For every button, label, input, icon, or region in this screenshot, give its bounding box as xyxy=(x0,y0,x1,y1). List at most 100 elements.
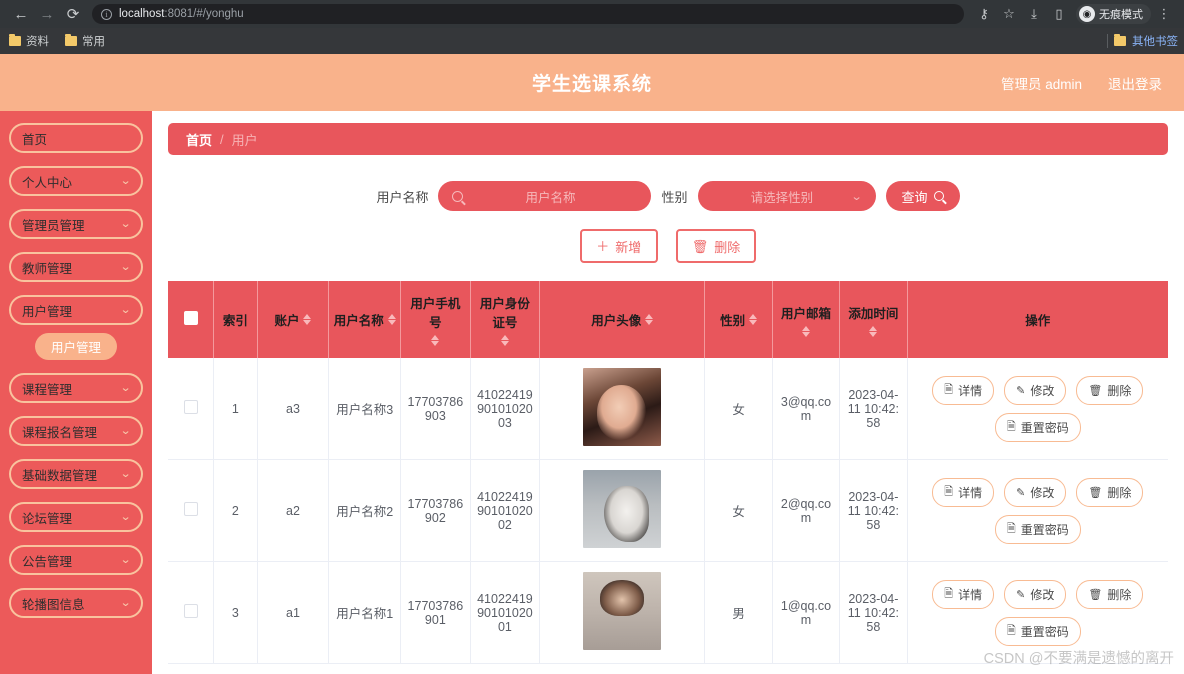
forward-icon[interactable]: → xyxy=(34,1,60,27)
other-bookmarks[interactable]: 其他书签 xyxy=(1107,33,1178,49)
sort-icon[interactable] xyxy=(869,325,878,337)
th-gender[interactable]: 性别 xyxy=(704,281,773,358)
bookmark-item[interactable]: 资料 xyxy=(9,33,49,49)
cell-checkbox[interactable] xyxy=(168,358,215,460)
sidebar: 首页 个人中心 ⌄ 管理员管理 ⌄ 教师管理 ⌄ 用户管理 ⌄ 用户管理 课程管… xyxy=(0,111,152,674)
th-created[interactable]: 添加时间 xyxy=(839,281,908,358)
document-icon: 🗎 xyxy=(1006,522,1016,535)
sidebar-subitem-user-management[interactable]: 用户管理 xyxy=(9,333,143,360)
detail-button[interactable]: 🗎 详情 xyxy=(932,477,995,507)
bookmark-label: 资料 xyxy=(26,36,49,48)
th-email[interactable]: 用户邮箱 xyxy=(772,281,841,358)
reset-password-button[interactable]: 🗎 重置密码 xyxy=(994,514,1081,544)
th-label: 添加时间 xyxy=(848,306,899,321)
edit-button[interactable]: ✎ 修改 xyxy=(1004,375,1067,405)
th-account[interactable]: 账户 xyxy=(257,281,330,358)
delete-button[interactable]: 🗑 删除 xyxy=(675,229,757,263)
sidebar-item-course-registration[interactable]: 课程报名管理 ⌄ xyxy=(9,416,143,446)
row-delete-button[interactable]: 🗑 删除 xyxy=(1076,375,1144,405)
sort-icon[interactable] xyxy=(645,314,654,325)
detail-button[interactable]: 🗎 详情 xyxy=(932,375,995,405)
reset-password-label: 重置密码 xyxy=(1020,624,1069,639)
breadcrumb-home[interactable]: 首页 xyxy=(186,130,212,149)
browser-toolbar: ← → ⟳ i localhost:8081/#/yonghu ⚷ ☆ ⤓ ▯ … xyxy=(0,0,1184,28)
cell-gender: 女 xyxy=(704,459,773,562)
sidebar-item-basic-data[interactable]: 基础数据管理 ⌄ xyxy=(9,459,143,489)
cell-checkbox[interactable] xyxy=(168,459,215,562)
username-filter-label: 用户名称 xyxy=(376,189,429,205)
gender-filter-label: 性别 xyxy=(661,189,688,205)
chevron-down-icon: ⌄ xyxy=(119,510,132,523)
cell-operations: 🗎 详情 ✎ 修改 🗑 删除 🗎 重置密码 xyxy=(907,561,1168,664)
detail-button[interactable]: 🗎 详情 xyxy=(932,579,995,609)
th-index: 索引 xyxy=(213,281,258,358)
sidebar-item-course-management[interactable]: 课程管理 ⌄ xyxy=(9,373,143,403)
document-icon: 🗎 xyxy=(1006,624,1016,637)
th-idcard[interactable]: 用户身份证号 xyxy=(470,281,541,358)
edit-button[interactable]: ✎ 修改 xyxy=(1004,579,1067,609)
cell-checkbox[interactable] xyxy=(168,561,215,664)
row-delete-button[interactable]: 🗑 删除 xyxy=(1076,579,1144,609)
select-all-checkbox[interactable] xyxy=(183,311,198,325)
add-button[interactable]: ＋ 新增 xyxy=(579,229,658,263)
sidebar-item-carousel[interactable]: 轮播图信息 ⌄ xyxy=(9,588,143,618)
sidebar-item-personal-center[interactable]: 个人中心 ⌄ xyxy=(9,166,143,196)
sort-icon[interactable] xyxy=(801,325,810,337)
sort-icon[interactable] xyxy=(749,314,758,325)
username-search-input[interactable]: 用户名称 xyxy=(438,181,652,211)
logout-link[interactable]: 退出登录 xyxy=(1108,73,1162,93)
bookmark-item[interactable]: 常用 xyxy=(65,33,105,49)
cell-index: 1 xyxy=(213,358,258,460)
chrome-menu-icon[interactable]: ⋮ xyxy=(1152,2,1176,26)
sidebar-item-forum-management[interactable]: 论坛管理 ⌄ xyxy=(9,502,143,532)
th-username[interactable]: 用户名称 xyxy=(328,281,402,358)
cell-idcard: 410224199010102003 xyxy=(470,358,541,460)
username-search-placeholder: 用户名称 xyxy=(525,190,576,205)
search-button[interactable]: 查询 xyxy=(885,181,960,211)
table-row: 3 a1 用户名称1 17703786901 41022419901010200… xyxy=(168,561,1168,664)
row-delete-label: 删除 xyxy=(1107,485,1132,500)
sort-icon[interactable] xyxy=(500,335,509,346)
sidebar-item-label: 轮播图信息 xyxy=(22,597,85,612)
th-avatar[interactable]: 用户头像 xyxy=(539,281,706,358)
sort-icon[interactable] xyxy=(303,314,312,325)
sort-icon[interactable] xyxy=(387,314,396,325)
reset-password-button[interactable]: 🗎 重置密码 xyxy=(994,412,1081,442)
chevron-down-icon: ⌄ xyxy=(119,217,132,230)
sidebar-item-user-management[interactable]: 用户管理 ⌄ xyxy=(9,295,143,325)
sidebar-item-announcement[interactable]: 公告管理 ⌄ xyxy=(9,545,143,575)
th-label: 性别 xyxy=(720,314,746,328)
th-select-all[interactable] xyxy=(168,281,215,358)
bookmark-star-icon[interactable]: ☆ xyxy=(997,2,1021,26)
cell-avatar xyxy=(539,358,706,460)
row-checkbox[interactable] xyxy=(183,502,198,516)
gender-select[interactable]: 请选择性别 ⌄ xyxy=(697,181,876,211)
download-icon[interactable]: ⤓ xyxy=(1022,2,1046,26)
reload-icon[interactable]: ⟳ xyxy=(60,1,86,27)
row-actions: 🗎 详情 ✎ 修改 🗑 删除 🗎 重置密码 xyxy=(914,375,1162,442)
admin-label[interactable]: 管理员 admin xyxy=(1001,73,1082,93)
cell-username: 用户名称3 xyxy=(328,358,402,460)
address-bar[interactable]: i localhost:8081/#/yonghu xyxy=(92,4,964,24)
th-phone[interactable]: 用户手机号 xyxy=(400,281,471,358)
reset-password-button[interactable]: 🗎 重置密码 xyxy=(994,616,1081,646)
sort-icon[interactable] xyxy=(431,335,440,346)
row-delete-button[interactable]: 🗑 删除 xyxy=(1076,477,1144,507)
edit-button[interactable]: ✎ 修改 xyxy=(1004,477,1067,507)
sidebar-item-admin-management[interactable]: 管理员管理 ⌄ xyxy=(9,209,143,239)
back-icon[interactable]: ← xyxy=(8,1,34,27)
cell-account: a1 xyxy=(257,561,330,664)
incognito-indicator[interactable]: ◉ 无痕模式 xyxy=(1076,4,1151,24)
sidebar-item-teacher-management[interactable]: 教师管理 ⌄ xyxy=(9,252,143,282)
sidebar-item-home[interactable]: 首页 xyxy=(9,123,143,153)
bookmarks-bar: 资料 常用 其他书签 xyxy=(0,28,1184,54)
row-delete-label: 删除 xyxy=(1107,587,1132,602)
password-key-icon[interactable]: ⚷ xyxy=(972,2,996,26)
sidebar-item-label: 首页 xyxy=(22,132,48,147)
side-panel-icon[interactable]: ▯ xyxy=(1047,2,1071,26)
row-checkbox[interactable] xyxy=(183,604,198,618)
site-info-icon[interactable]: i xyxy=(101,8,112,20)
row-checkbox[interactable] xyxy=(183,400,198,414)
cell-username: 用户名称2 xyxy=(328,459,402,562)
reset-password-label: 重置密码 xyxy=(1020,522,1069,537)
